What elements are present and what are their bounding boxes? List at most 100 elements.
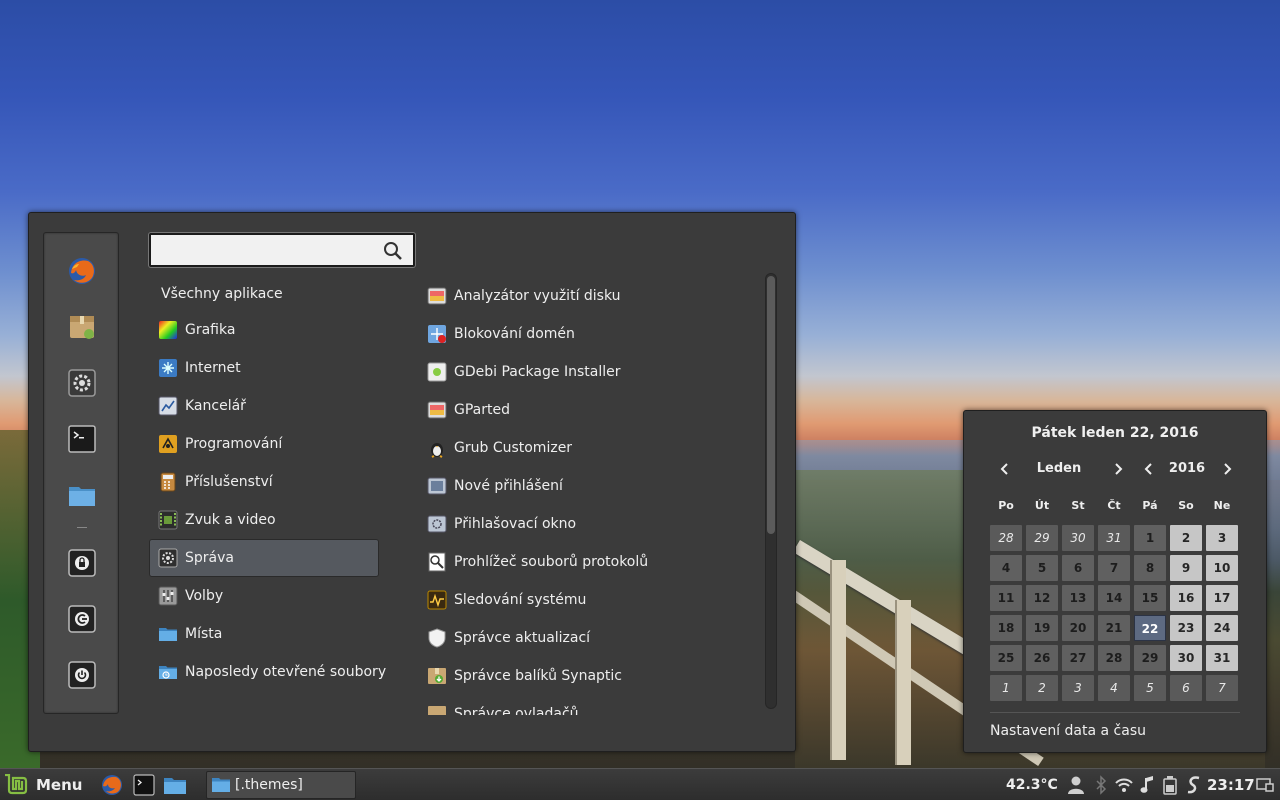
previous-year-button[interactable]: [1142, 460, 1156, 478]
calendar-day[interactable]: 19: [1026, 615, 1058, 641]
calendar-day[interactable]: 13: [1062, 585, 1094, 611]
calendar-day[interactable]: 4: [990, 555, 1022, 581]
calendar-day[interactable]: 7: [1206, 675, 1238, 701]
taskbar-window-themes[interactable]: [.themes]: [206, 771, 356, 799]
app-gdebi[interactable]: GDebi Package Installer: [419, 353, 759, 391]
calendar-day[interactable]: 10: [1206, 555, 1238, 581]
app-gparted[interactable]: GParted: [419, 391, 759, 429]
category-administration[interactable]: Správa: [149, 539, 379, 577]
category-recent-files[interactable]: Naposledy otevřené soubory: [149, 653, 386, 691]
update-status-icon[interactable]: [1185, 775, 1203, 795]
calendar-day[interactable]: 3: [1062, 675, 1094, 701]
shutdown-button[interactable]: [64, 657, 100, 693]
category-internet[interactable]: Internet: [149, 349, 379, 387]
next-year-button[interactable]: [1220, 460, 1234, 478]
calendar-day[interactable]: 2: [1170, 525, 1202, 551]
calendar-date-title: Pátek leden 22, 2016: [1031, 425, 1199, 441]
previous-month-button[interactable]: [998, 460, 1012, 478]
calendar-day[interactable]: 21: [1098, 615, 1130, 641]
cpu-temperature[interactable]: 42.3°C: [1006, 773, 1058, 797]
logout-button[interactable]: [64, 601, 100, 637]
favorite-software-manager[interactable]: [64, 309, 100, 345]
calendar-day[interactable]: 31: [1098, 525, 1130, 551]
app-login-window[interactable]: Přihlašovací okno: [419, 505, 759, 543]
show-desktop-icon[interactable]: [1256, 775, 1274, 795]
next-month-button[interactable]: [1111, 460, 1125, 478]
calendar-day[interactable]: 29: [1026, 525, 1058, 551]
app-system-monitor[interactable]: Sledování systému: [419, 581, 759, 619]
search-input[interactable]: [155, 239, 375, 261]
app-domain-blocker[interactable]: Blokování domén: [419, 315, 759, 353]
lock-screen-button[interactable]: [64, 545, 100, 581]
favorite-files[interactable]: [64, 477, 100, 513]
calendar-day[interactable]: 15: [1134, 585, 1166, 611]
bluetooth-icon[interactable]: [1092, 775, 1110, 795]
calendar-day[interactable]: 14: [1098, 585, 1130, 611]
search-box[interactable]: [149, 233, 415, 267]
category-graphics[interactable]: Grafika: [149, 311, 379, 349]
calendar-day[interactable]: 6: [1062, 555, 1094, 581]
app-log-viewer[interactable]: Prohlížeč souborů protokolů: [419, 543, 759, 581]
menu-button[interactable]: Menu: [4, 772, 82, 798]
wifi-icon[interactable]: [1115, 775, 1133, 795]
category-sound-video[interactable]: Zvuk a video: [149, 501, 379, 539]
search-icon[interactable]: [383, 241, 403, 261]
calendar-day[interactable]: 16: [1170, 585, 1202, 611]
application-list-scrollbar[interactable]: [765, 273, 777, 709]
calendar-day[interactable]: 27: [1062, 645, 1094, 671]
calendar-day[interactable]: 30: [1062, 525, 1094, 551]
category-all-applications[interactable]: Všechny aplikace: [149, 277, 379, 311]
calendar-day[interactable]: 25: [990, 645, 1022, 671]
calendar-day[interactable]: 30: [1170, 645, 1202, 671]
category-programming[interactable]: Programování: [149, 425, 379, 463]
favorite-terminal[interactable]: [64, 421, 100, 457]
favorite-system-settings[interactable]: [64, 365, 100, 401]
calendar-day[interactable]: 5: [1026, 555, 1058, 581]
calendar-day[interactable]: 23: [1170, 615, 1202, 641]
calendar-day[interactable]: 28: [990, 525, 1022, 551]
calendar-day[interactable]: 26: [1026, 645, 1058, 671]
calendar-day[interactable]: 2: [1026, 675, 1058, 701]
category-places[interactable]: Místa: [149, 615, 379, 653]
calendar-day[interactable]: 12: [1026, 585, 1058, 611]
calendar-day[interactable]: 9: [1170, 555, 1202, 581]
sound-icon[interactable]: [1139, 775, 1157, 795]
category-preferences[interactable]: Volby: [149, 577, 379, 615]
firefox-launcher-icon[interactable]: [100, 773, 124, 797]
calendar-day-today[interactable]: 22: [1134, 615, 1166, 641]
date-time-settings-link[interactable]: Nastavení data a času: [990, 723, 1146, 739]
app-label: Sledování systému: [454, 592, 587, 608]
files-launcher-icon[interactable]: [163, 773, 187, 797]
calendar-day[interactable]: 28: [1098, 645, 1130, 671]
calendar-day[interactable]: 29: [1134, 645, 1166, 671]
favorite-firefox[interactable]: [64, 253, 100, 289]
calendar-day[interactable]: 1: [1134, 525, 1166, 551]
calendar-day[interactable]: 31: [1206, 645, 1238, 671]
category-accessories[interactable]: Příslušenství: [149, 463, 379, 501]
terminal-launcher-icon[interactable]: [132, 773, 156, 797]
calendar-day[interactable]: 7: [1098, 555, 1130, 581]
calendar-day[interactable]: 20: [1062, 615, 1094, 641]
battery-icon[interactable]: [1161, 775, 1179, 795]
calendar-day[interactable]: 11: [990, 585, 1022, 611]
calendar-day[interactable]: 8: [1134, 555, 1166, 581]
calendar-day[interactable]: 1: [990, 675, 1022, 701]
calendar-day[interactable]: 3: [1206, 525, 1238, 551]
calendar-day[interactable]: 5: [1134, 675, 1166, 701]
calendar-day[interactable]: 17: [1206, 585, 1238, 611]
user-icon[interactable]: [1067, 775, 1085, 795]
app-new-login[interactable]: Nové přihlášení: [419, 467, 759, 505]
calendar-month: Leden: [1036, 461, 1082, 476]
app-grub-customizer[interactable]: Grub Customizer: [419, 429, 759, 467]
calendar-day[interactable]: 24: [1206, 615, 1238, 641]
app-driver-manager[interactable]: Správce ovladačů: [419, 695, 759, 715]
app-update-manager[interactable]: Správce aktualizací: [419, 619, 759, 657]
calendar-day[interactable]: 6: [1170, 675, 1202, 701]
category-office[interactable]: Kancelář: [149, 387, 379, 425]
app-synaptic[interactable]: Správce balíků Synaptic: [419, 657, 759, 695]
calendar-day[interactable]: 18: [990, 615, 1022, 641]
app-disk-usage-analyzer[interactable]: Analyzátor využití disku: [419, 277, 759, 315]
calendar-day[interactable]: 4: [1098, 675, 1130, 701]
clock[interactable]: 23:17: [1207, 773, 1255, 797]
scrollbar-thumb[interactable]: [767, 276, 775, 534]
